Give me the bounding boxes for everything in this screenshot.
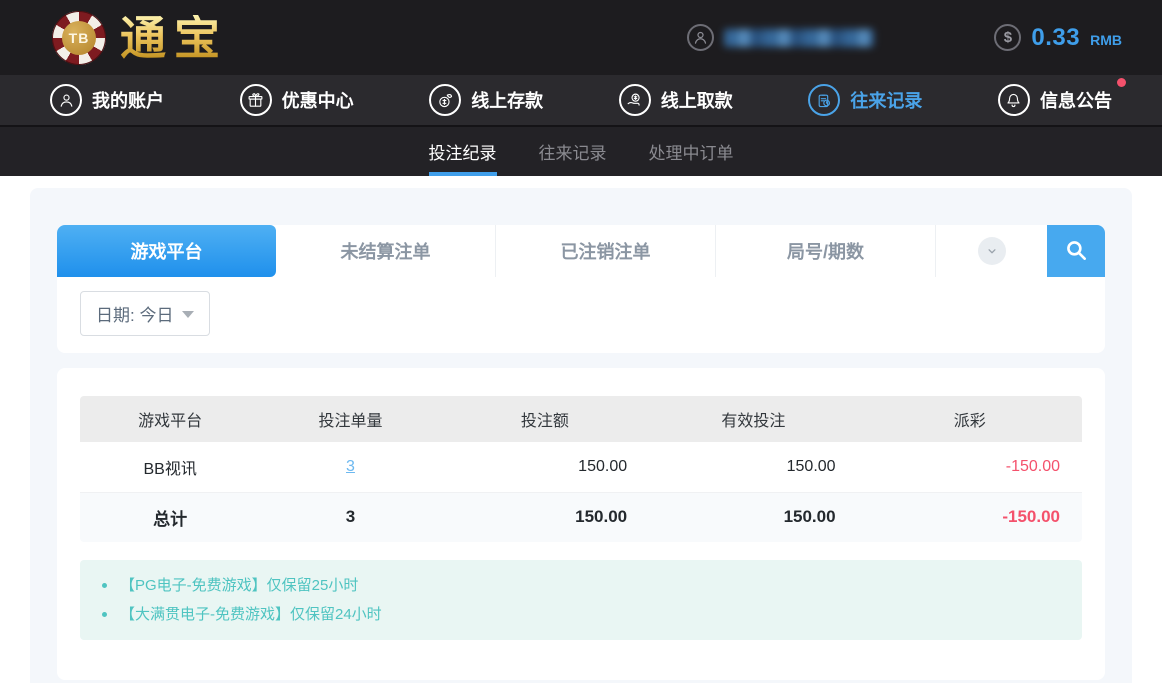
tab-round-number[interactable]: 局号/期数 — [715, 225, 935, 277]
balance-amount: 0.33 — [1031, 23, 1081, 51]
filter-tabs: 游戏平台 未结算注单 已注销注单 局号/期数 — [57, 225, 1105, 277]
table-row: BB视讯 3 150.00 150.00 -150.00 — [80, 442, 1082, 493]
col-header-platform: 游戏平台 — [80, 396, 261, 442]
nav-item-transaction-records[interactable]: 往来记录 — [806, 80, 924, 120]
notice-box: 【PG电子-免费游戏】仅保留25小时 【大满贯电子-免费游戏】仅保留24小时 — [80, 560, 1082, 640]
date-filter-dropdown[interactable]: 日期: 今日 — [80, 291, 211, 336]
balance-currency: RMB — [1090, 31, 1122, 48]
table-total-row: 总计 3 150.00 150.00 -150.00 — [80, 492, 1082, 542]
col-header-payout: 派彩 — [857, 396, 1082, 442]
search-icon — [1063, 237, 1089, 266]
notice-text: 【PG电子-免费游戏】仅保留25小时 — [120, 577, 359, 594]
col-header-valid-bet: 有效投注 — [649, 396, 858, 442]
deposit-coin-icon — [429, 84, 462, 116]
tab-game-platform[interactable]: 游戏平台 — [57, 225, 276, 277]
user-account[interactable] — [687, 24, 875, 51]
nav-item-label: 优惠中心 — [281, 91, 354, 111]
subtab-label: 往来记录 — [538, 144, 607, 163]
nav-item-label: 信息公告 — [1039, 91, 1112, 111]
bet-summary-table: 游戏平台 投注单量 投注额 有效投注 派彩 BB视讯 3 150.00 150.… — [80, 396, 1082, 542]
notice-item: 【PG电子-免费游戏】仅保留25小时 — [80, 571, 1082, 600]
brand-name: 通宝 — [120, 10, 228, 65]
cell-total-label: 总计 — [80, 492, 261, 542]
notice-text: 【大满贯电子-免费游戏】仅保留24小时 — [120, 606, 382, 623]
bullet-icon — [102, 583, 107, 588]
nav-item-announcements[interactable]: 信息公告 — [996, 78, 1126, 120]
col-header-bet-count: 投注单量 — [260, 396, 441, 442]
cell-valid-bet: 150.00 — [649, 442, 858, 493]
cell-payout: -150.00 — [857, 442, 1082, 493]
sub-nav: 投注纪录 往来记录 处理中订单 — [0, 127, 1162, 176]
nav-item-label: 往来记录 — [850, 91, 923, 111]
main-content: 游戏平台 未结算注单 已注销注单 局号/期数 日期: 今日 游戏平台 投注单量 … — [0, 176, 1162, 683]
poker-chip-icon: TB — [52, 10, 106, 65]
nav-item-deposit[interactable]: 线上存款 — [427, 80, 545, 120]
cell-total-valid: 150.00 — [649, 492, 858, 542]
notification-dot — [1116, 78, 1126, 87]
dollar-icon: $ — [994, 24, 1022, 51]
tab-unsettled-bets[interactable]: 未结算注单 — [276, 225, 495, 277]
records-clipboard-icon — [808, 84, 841, 116]
date-filter-label: 日期: 今日 — [96, 306, 174, 325]
balance[interactable]: $ 0.33 RMB — [994, 24, 1122, 52]
nav-item-label: 线上取款 — [660, 91, 733, 111]
content-panel: 游戏平台 未结算注单 已注销注单 局号/期数 日期: 今日 游戏平台 投注单量 … — [30, 188, 1132, 683]
nav-item-withdraw[interactable]: 线上取款 — [617, 80, 735, 120]
table-header-row: 游戏平台 投注单量 投注额 有效投注 派彩 — [80, 396, 1082, 442]
main-nav: 我的账户 优惠中心 线上存款 线上取款 往来记录 信息公告 — [0, 75, 1162, 127]
nav-item-label: 线上存款 — [471, 91, 544, 111]
header-right: $ 0.33 RMB — [687, 24, 1122, 52]
subtab-label: 处理中订单 — [648, 144, 734, 163]
withdraw-hand-coin-icon — [618, 84, 651, 116]
username-blurred — [724, 28, 875, 47]
caret-down-icon — [182, 311, 195, 318]
gift-icon — [239, 84, 272, 116]
nav-item-my-account[interactable]: 我的账户 — [48, 80, 166, 120]
nav-item-label: 我的账户 — [92, 91, 164, 111]
bell-icon — [997, 84, 1030, 116]
results-card: 游戏平台 投注单量 投注额 有效投注 派彩 BB视讯 3 150.00 150.… — [57, 368, 1105, 680]
cell-bet-count: 3 — [260, 442, 441, 493]
cell-platform: BB视讯 — [80, 442, 261, 493]
user-icon — [687, 24, 715, 51]
logo-monogram: TB — [62, 20, 96, 55]
tab-cancelled-bets[interactable]: 已注销注单 — [495, 225, 715, 277]
subtab-label: 投注纪录 — [428, 144, 497, 163]
notice-item: 【大满贯电子-免费游戏】仅保留24小时 — [80, 600, 1082, 629]
nav-item-promotions[interactable]: 优惠中心 — [238, 80, 356, 120]
col-header-bet-amount: 投注额 — [440, 396, 650, 442]
cell-bet-amount: 150.00 — [440, 442, 650, 493]
bullet-icon — [102, 612, 107, 617]
filter-box: 游戏平台 未结算注单 已注销注单 局号/期数 日期: 今日 — [57, 225, 1105, 353]
cell-total-count: 3 — [260, 492, 441, 542]
chevron-down-icon — [977, 237, 1006, 265]
bet-count-link[interactable]: 3 — [346, 458, 355, 475]
date-filter-row: 日期: 今日 — [57, 277, 1105, 353]
logo[interactable]: TB 通宝 — [52, 10, 228, 65]
more-tabs-button[interactable] — [935, 225, 1047, 277]
top-header: TB 通宝 $ 0.33 RMB — [0, 0, 1162, 75]
search-button[interactable] — [1047, 225, 1105, 277]
cell-total-payout: -150.00 — [857, 492, 1082, 542]
subtab-transaction-records[interactable]: 往来记录 — [539, 127, 607, 176]
subtab-processing-orders[interactable]: 处理中订单 — [649, 127, 734, 176]
cell-total-bet: 150.00 — [440, 492, 650, 542]
subtab-bet-records[interactable]: 投注纪录 — [428, 127, 497, 176]
user-icon — [50, 84, 82, 116]
